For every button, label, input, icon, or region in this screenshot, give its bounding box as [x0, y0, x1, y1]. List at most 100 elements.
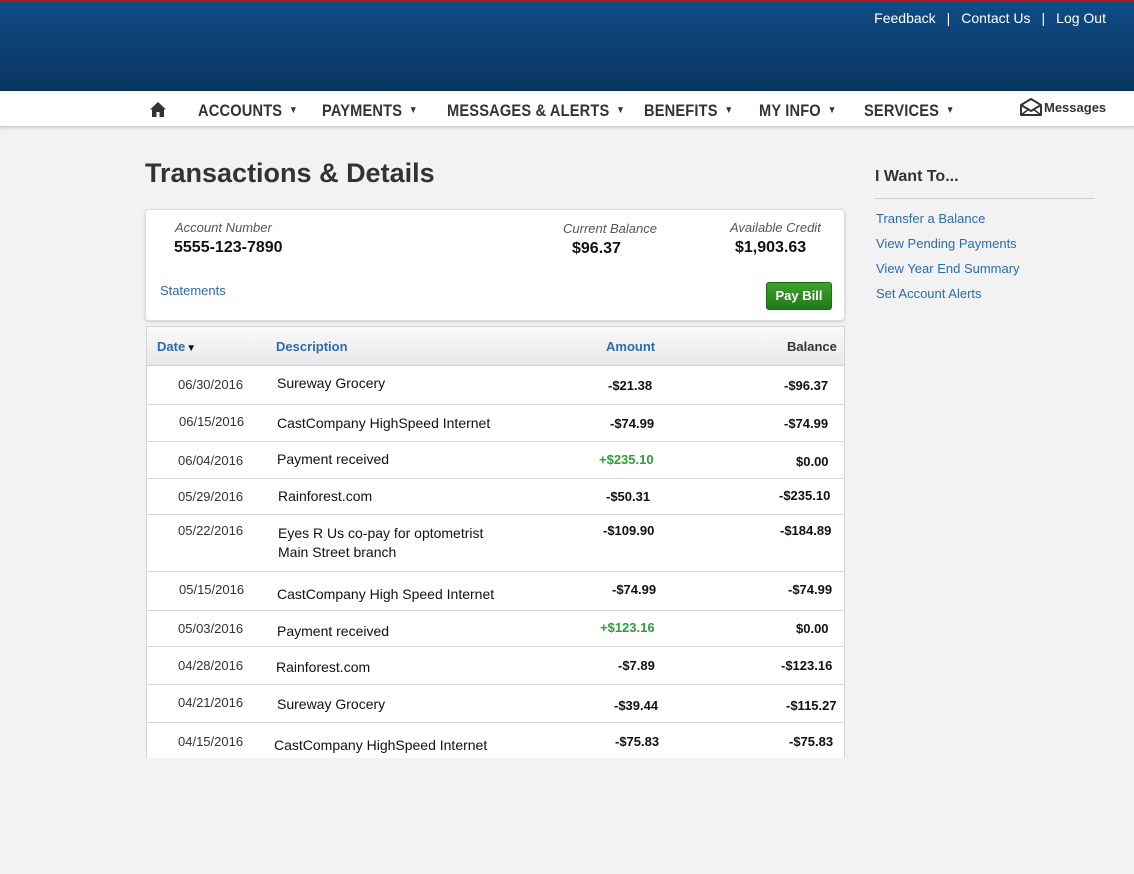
- transaction-balance: -$75.83: [789, 734, 834, 749]
- caret-down-icon: ▼: [616, 105, 625, 116]
- transaction-balance: -$184.89: [780, 523, 832, 538]
- transaction-amount: -$50.31: [606, 489, 651, 504]
- current-balance-label: Current Balance: [563, 221, 657, 236]
- page-title: Transactions & Details: [145, 158, 435, 188]
- available-credit-value: $1,903.63: [735, 239, 807, 256]
- nav-services[interactable]: SERVICES ▼: [864, 101, 955, 121]
- statements-link[interactable]: Statements: [160, 283, 226, 298]
- nav-messages-alerts-label: MESSAGES & ALERTS: [447, 101, 610, 120]
- transaction-description: CastCompany High Speed Internet: [277, 586, 495, 602]
- nav-benefits[interactable]: BENEFITS ▼: [644, 101, 733, 121]
- transaction-amount: -$109.90: [603, 523, 655, 538]
- transaction-date: 06/30/2016: [178, 377, 244, 392]
- table-row[interactable]: 05/29/2016 Rainforest.com -$50.31 -$235.…: [147, 479, 844, 515]
- transaction-amount: -$7.89: [618, 658, 655, 673]
- sidebar-title: I Want To...: [875, 168, 959, 185]
- transaction-balance: -$74.99: [788, 582, 833, 597]
- table-row[interactable]: 04/28/2016 Rainforest.com -$7.89 -$123.1…: [147, 647, 844, 685]
- nav-payments[interactable]: PAYMENTS ▼: [322, 101, 418, 121]
- transaction-date: 05/29/2016: [178, 489, 244, 504]
- caret-down-icon: ▼: [409, 105, 418, 116]
- date-column-header[interactable]: Date▼: [157, 339, 196, 354]
- table-row[interactable]: 05/03/2016 Payment received +$123.16 $0.…: [147, 611, 844, 647]
- messages-label: Messages: [1044, 99, 1107, 115]
- caret-down-icon: ▼: [827, 105, 837, 116]
- transaction-amount: -$75.83: [615, 734, 660, 749]
- account-number-label: Account Number: [175, 220, 272, 235]
- available-credit-label: Available Credit: [730, 220, 821, 235]
- transaction-balance: $0.00: [796, 621, 829, 636]
- transaction-description: Payment received: [277, 451, 390, 467]
- sidebar-divider: [875, 198, 1095, 199]
- transaction-amount: -$39.44: [614, 698, 659, 713]
- caret-down-icon: ▼: [289, 105, 298, 116]
- utility-links: Feedback | Contact Us | Log Out: [874, 10, 1106, 26]
- transaction-balance: -$235.10: [779, 488, 831, 503]
- transaction-balance: -$123.16: [781, 658, 833, 673]
- transaction-date: 06/04/2016: [178, 453, 244, 468]
- view-pending-payments-link[interactable]: View Pending Payments: [876, 236, 1017, 251]
- site-header: Feedback | Contact Us | Log Out: [0, 0, 1134, 91]
- pay-bill-button[interactable]: Pay Bill: [766, 282, 832, 310]
- nav-accounts[interactable]: ACCOUNTS ▼: [198, 101, 298, 121]
- transaction-description: Eyes R Us co-pay for optometrist: [278, 525, 484, 541]
- transactions-table: Date▼ Description Amount Balance 06/30/2…: [146, 326, 845, 758]
- transaction-description: Sureway Grocery: [277, 696, 386, 712]
- sort-descending-icon: ▼: [186, 343, 197, 354]
- transaction-amount: -$74.99: [612, 582, 657, 597]
- caret-down-icon: ▼: [724, 105, 734, 116]
- nav-benefits-label: BENEFITS: [644, 101, 718, 120]
- set-account-alerts-link[interactable]: Set Account Alerts: [876, 286, 982, 301]
- transaction-date: 06/15/2016: [179, 414, 245, 429]
- nav-my-info-label: MY INFO: [759, 101, 821, 120]
- log-out-link[interactable]: Log Out: [1056, 10, 1106, 26]
- table-row[interactable]: 06/30/2016 Sureway Grocery -$21.38 -$96.…: [147, 366, 844, 405]
- table-row[interactable]: 04/21/2016 Sureway Grocery -$39.44 -$115…: [147, 685, 844, 723]
- transaction-date: 04/21/2016: [178, 695, 244, 710]
- envelope-icon: [1020, 98, 1042, 116]
- table-row[interactable]: 06/04/2016 Payment received +$235.10 $0.…: [147, 442, 844, 479]
- caret-down-icon: ▼: [945, 105, 955, 116]
- transaction-date: 05/03/2016: [178, 621, 244, 636]
- transaction-amount: +$235.10: [599, 452, 654, 467]
- nav-accounts-label: ACCOUNTS: [198, 101, 283, 120]
- link-separator: |: [946, 10, 951, 26]
- transaction-balance: -$115.27: [786, 698, 837, 713]
- main-nav: ACCOUNTS ▼ PAYMENTS ▼ MESSAGES & ALERTS ▼ B…: [0, 91, 1134, 127]
- transaction-description: Rainforest.com: [278, 488, 373, 504]
- transaction-date: 05/22/2016: [178, 523, 244, 538]
- table-row[interactable]: 04/15/2016 CastCompany HighSpeed Interne…: [147, 723, 844, 758]
- transaction-description: Rainforest.com: [276, 659, 371, 675]
- balance-column-header: Balance: [787, 339, 837, 354]
- transaction-description: CastCompany HighSpeed Internet: [277, 415, 491, 431]
- table-row[interactable]: 06/15/2016 CastCompany HighSpeed Interne…: [147, 405, 844, 442]
- transaction-description: CastCompany HighSpeed Internet: [274, 737, 488, 753]
- transaction-date: 05/15/2016: [179, 582, 245, 597]
- nav-my-info[interactable]: MY INFO ▼: [759, 101, 836, 121]
- date-header-label: Date: [157, 339, 186, 354]
- nav-services-label: SERVICES: [864, 101, 940, 120]
- transaction-balance: -$74.99: [784, 416, 829, 431]
- amount-column-header[interactable]: Amount: [606, 339, 655, 354]
- home-icon[interactable]: [149, 101, 167, 118]
- transaction-balance: -$96.37: [784, 378, 829, 393]
- transaction-balance: $0.00: [796, 454, 829, 469]
- transaction-amount: -$21.38: [608, 378, 653, 393]
- transaction-description: Sureway Grocery: [277, 375, 386, 391]
- transaction-date: 04/15/2016: [178, 734, 244, 749]
- description-column-header[interactable]: Description: [276, 339, 348, 354]
- current-balance-value: $96.37: [572, 240, 621, 257]
- transaction-amount: +$123.16: [600, 620, 655, 635]
- view-year-end-summary-link[interactable]: View Year End Summary: [876, 261, 1020, 276]
- table-row[interactable]: 05/22/2016 Eyes R Us co-pay for optometr…: [147, 515, 844, 572]
- feedback-link[interactable]: Feedback: [874, 10, 935, 26]
- transaction-description-line2: Main Street branch: [278, 544, 397, 560]
- messages-link[interactable]: Messages: [1020, 98, 1106, 116]
- nav-messages-alerts[interactable]: MESSAGES & ALERTS ▼: [447, 101, 625, 121]
- transaction-description: Payment received: [277, 623, 390, 639]
- transfer-balance-link[interactable]: Transfer a Balance: [876, 211, 985, 226]
- contact-us-link[interactable]: Contact Us: [961, 10, 1030, 26]
- table-row[interactable]: 05/15/2016 CastCompany High Speed Intern…: [147, 572, 844, 611]
- link-separator: |: [1041, 10, 1046, 26]
- account-number-value: 5555-123-7890: [174, 239, 283, 256]
